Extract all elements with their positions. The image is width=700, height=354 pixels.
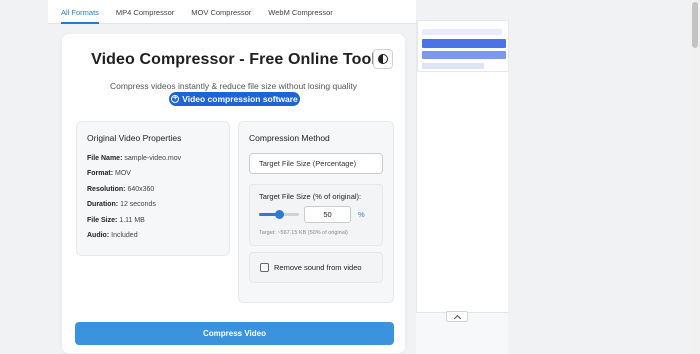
compression-method-panel: Compression Method Target File Size (Per… — [238, 121, 394, 303]
theme-toggle-button[interactable] — [373, 49, 393, 69]
prop-audio: Audio: Included — [87, 232, 138, 239]
target-size-hint: Target: ~567.15 KB (50% of original) — [259, 230, 348, 236]
properties-heading: Original Video Properties — [87, 133, 182, 143]
remove-sound-label[interactable]: Remove sound from video — [274, 263, 362, 272]
ad-blur — [422, 39, 506, 48]
plus-circle-icon: + — [171, 95, 180, 103]
target-size-group: Target File Size (% of original): 50 % T… — [249, 184, 383, 246]
page-title: Video Compressor - Free Online Tool — [91, 51, 376, 68]
format-tabs: All Formats MP4 Compressor MOV Compresso… — [48, 0, 416, 24]
expand-ad-button[interactable] — [446, 311, 468, 322]
prop-file-size: File Size: 1.11 MB — [87, 217, 145, 224]
ad-sidebar — [416, 20, 509, 312]
ad-blur — [422, 29, 502, 35]
prop-format: Format: MOV — [87, 170, 131, 177]
tab-mp4-compressor[interactable]: MP4 Compressor — [116, 0, 174, 24]
original-properties-panel: Original Video Properties File Name: sam… — [76, 121, 230, 256]
tab-mov-compressor[interactable]: MOV Compressor — [191, 0, 251, 24]
page-subtitle: Compress videos instantly & reduce file … — [109, 81, 358, 91]
video-compression-software-link[interactable]: + Video compression software — [169, 92, 300, 106]
prop-file-name: File Name: sample-video.mov — [87, 155, 182, 162]
compress-video-button[interactable]: Compress Video — [75, 322, 394, 345]
ad-box[interactable] — [417, 20, 509, 72]
page-scrollbar[interactable] — [690, 0, 700, 354]
prop-resolution: Resolution: 640x360 — [87, 186, 155, 193]
tab-webm-compressor[interactable]: WebM Compressor — [268, 0, 332, 24]
audio-option-group: Remove sound from video — [249, 252, 383, 283]
compression-method-select[interactable]: Target File Size (Percentage) — [249, 153, 383, 174]
compression-heading: Compression Method — [249, 133, 330, 143]
ad-blur — [422, 63, 484, 69]
scrollbar-thumb[interactable] — [692, 2, 698, 48]
contrast-icon — [378, 54, 388, 64]
percent-unit: % — [358, 210, 365, 219]
target-size-slider[interactable] — [259, 210, 299, 219]
target-size-label: Target File Size (% of original): — [259, 192, 362, 201]
prop-duration: Duration: 12 seconds — [87, 201, 156, 208]
badge-label: Video compression software — [182, 94, 298, 104]
remove-sound-checkbox[interactable] — [260, 263, 269, 272]
percent-input[interactable]: 50 — [304, 206, 351, 223]
compressor-card: Video Compressor - Free Online Tool Comp… — [61, 33, 406, 354]
tab-all-formats[interactable]: All Formats — [61, 0, 99, 24]
ad-blur — [422, 51, 506, 59]
chevron-up-icon — [453, 314, 461, 322]
slider-thumb[interactable] — [274, 210, 284, 219]
